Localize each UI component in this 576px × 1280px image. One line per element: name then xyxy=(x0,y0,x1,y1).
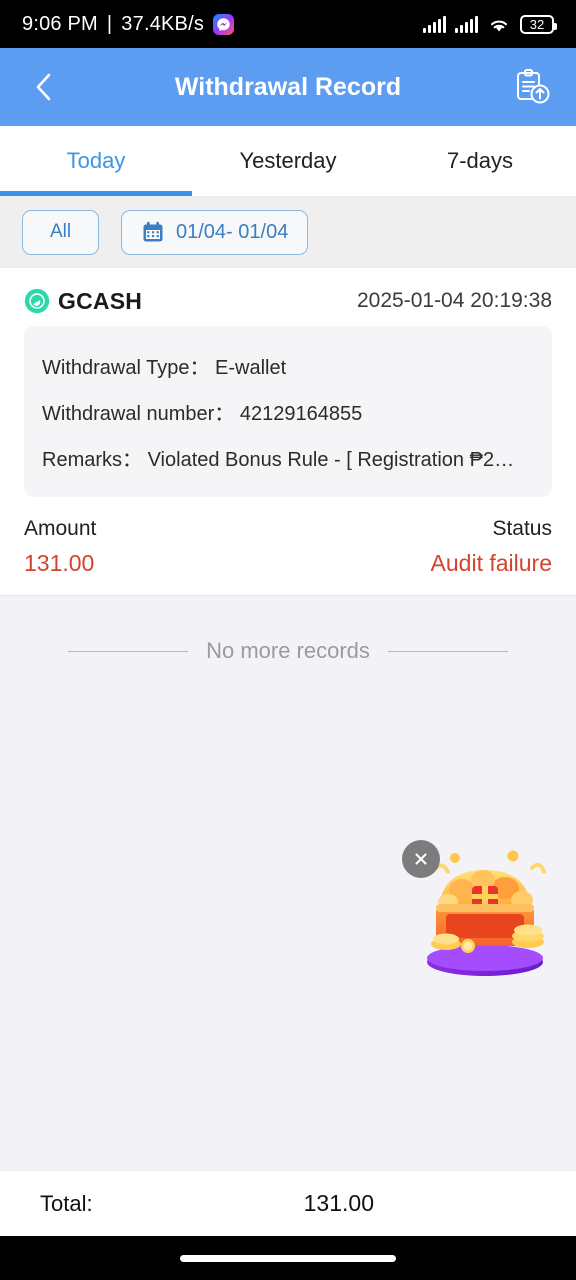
signal-bars-icon xyxy=(423,15,446,33)
divider-right xyxy=(387,650,508,652)
tab-today[interactable]: Today xyxy=(0,126,192,196)
battery-level: 32 xyxy=(529,16,545,32)
record-channel: GCASH xyxy=(24,288,142,315)
detail-value-remarks: Violated Bonus Rule - [ Registration ₱2… xyxy=(147,449,515,471)
detail-value-withdrawal-type: E-wallet xyxy=(215,357,287,379)
app-bar: Withdrawal Record xyxy=(0,48,576,126)
wifi-icon xyxy=(491,20,507,31)
period-tabs: Today Yesterday 7-days xyxy=(0,126,576,196)
tab-yesterday[interactable]: Yesterday xyxy=(192,126,384,196)
clipboard-upload-icon xyxy=(517,69,550,104)
total-value: 131.00 xyxy=(303,1190,374,1216)
detail-row-withdrawal-number: Withdrawal number： 42129164855 xyxy=(42,389,534,435)
withdrawal-record-item[interactable]: GCASH 2025-01-04 20:19:38 Withdrawal Typ… xyxy=(0,268,576,595)
record-amount-block: Amount 131.00 xyxy=(24,517,96,577)
record-channel-name: GCASH xyxy=(58,287,143,314)
date-range-label: 01/04- 01/04 xyxy=(176,220,289,243)
filter-bar: All 01/04- 01/04 xyxy=(0,196,576,268)
gcash-logo-icon xyxy=(24,288,50,314)
promo-widget[interactable] xyxy=(402,834,560,984)
status-time: 9:06 PM xyxy=(22,12,98,35)
status-bar-right: 32 xyxy=(423,14,557,34)
status-label: Status xyxy=(492,517,552,540)
record-detail-card: Withdrawal Type： E-wallet Withdrawal num… xyxy=(24,326,552,497)
tab-today-label: Today xyxy=(66,148,126,173)
divider-left xyxy=(68,650,189,652)
status-bar: 9:06 PM | 37.4KB/s 32 xyxy=(0,0,576,48)
total-label: Total: xyxy=(40,1190,93,1216)
messenger-icon xyxy=(213,13,235,35)
detail-row-remarks: Remarks： Violated Bonus Rule - [ Registr… xyxy=(42,435,534,481)
system-nav-bar xyxy=(0,1236,576,1280)
filter-all-label: All xyxy=(49,221,72,242)
no-more-records: No more records xyxy=(0,596,576,664)
amount-label: Amount xyxy=(24,517,97,540)
detail-label-remarks: Remarks： xyxy=(42,449,143,471)
home-indicator[interactable] xyxy=(180,1254,396,1262)
signal-bars-icon-2 xyxy=(455,15,478,33)
date-range-button[interactable]: 01/04- 01/04 xyxy=(121,209,309,255)
status-bar-left: 9:06 PM | 37.4KB/s xyxy=(22,12,235,36)
record-timestamp: 2025-01-04 20:19:38 xyxy=(357,289,552,312)
tab-yesterday-label: Yesterday xyxy=(239,148,337,173)
amount-value: 131.00 xyxy=(24,550,95,576)
no-more-records-label: No more records xyxy=(206,638,370,663)
battery-icon: 32 xyxy=(520,14,557,34)
total-bar: Total: 131.00 xyxy=(0,1170,576,1236)
app-screen: 9:06 PM | 37.4KB/s 32 Withdrawal Record … xyxy=(0,0,576,1280)
tab-7-days-label: 7-days xyxy=(446,148,514,173)
detail-label-withdrawal-number: Withdrawal number： xyxy=(42,403,235,425)
status-network-speed: 37.4KB/s xyxy=(121,12,205,35)
record-footer: Amount 131.00 Status Audit failure xyxy=(24,497,552,577)
page-title: Withdrawal Record xyxy=(174,72,402,101)
detail-label-withdrawal-type: Withdrawal Type： xyxy=(42,357,210,379)
close-icon xyxy=(415,853,427,865)
status-badge: Audit failure xyxy=(430,550,552,576)
record-list-footer-area: No more records xyxy=(0,595,576,1170)
detail-row-withdrawal-type: Withdrawal Type： E-wallet xyxy=(42,343,534,389)
record-status-block: Status Audit failure xyxy=(431,517,552,577)
record-header: GCASH 2025-01-04 20:19:38 xyxy=(24,268,552,326)
promo-close-button[interactable] xyxy=(402,840,440,878)
calendar-icon xyxy=(143,221,163,242)
status-separator: | xyxy=(106,12,113,35)
tab-7-days[interactable]: 7-days xyxy=(384,126,576,196)
back-button[interactable] xyxy=(22,65,66,109)
detail-value-withdrawal-number: 42129164855 xyxy=(239,403,363,425)
filter-all-button[interactable]: All xyxy=(22,209,99,255)
export-record-button[interactable] xyxy=(508,64,554,110)
chevron-left-icon xyxy=(36,73,51,101)
